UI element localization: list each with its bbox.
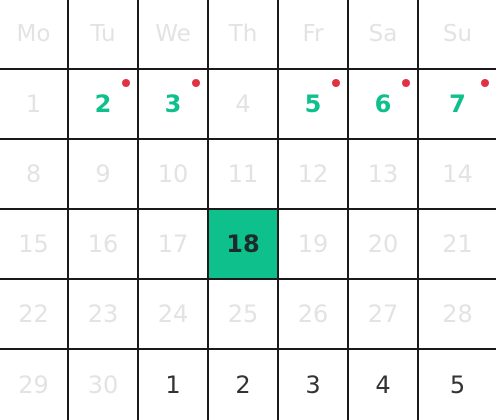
day-number: 3 [305, 371, 321, 399]
day-cell[interactable]: 12 [279, 140, 349, 210]
day-cell[interactable]: 4 [349, 350, 419, 420]
day-cell[interactable]: 28 [419, 280, 496, 350]
day-number: 22 [18, 300, 49, 328]
day-cell-with-event[interactable]: 3 [139, 70, 209, 140]
day-number: 26 [297, 300, 329, 328]
day-number: 15 [18, 230, 49, 258]
day-number: 17 [157, 230, 189, 258]
day-cell[interactable]: 25 [209, 280, 279, 350]
day-number: 28 [442, 300, 473, 328]
day-cell[interactable]: 20 [349, 210, 419, 280]
day-number: 13 [367, 160, 399, 188]
day-cell-with-event[interactable]: 7 [419, 70, 496, 140]
day-number: 12 [297, 160, 329, 188]
day-cell-with-event[interactable]: 6 [349, 70, 419, 140]
day-number: 4 [235, 90, 251, 118]
day-cell[interactable]: 21 [419, 210, 496, 280]
day-cell[interactable]: 1 [0, 70, 69, 140]
calendar-grid: Mo Tu We Th Fr Sa Su 1 2 3 4 5 6 7 8 9 1… [0, 0, 496, 420]
day-number: 25 [227, 300, 259, 328]
day-number: 1 [25, 90, 42, 118]
day-number: 3 [164, 90, 182, 118]
day-cell[interactable]: 19 [279, 210, 349, 280]
day-number: 5 [449, 371, 466, 399]
day-cell[interactable]: 4 [209, 70, 279, 140]
day-number: 6 [374, 90, 392, 118]
weekday-header-sun: Su [419, 0, 496, 70]
event-dot-icon [481, 79, 489, 87]
day-number: 8 [25, 160, 42, 188]
day-cell[interactable]: 14 [419, 140, 496, 210]
event-dot-icon [122, 79, 130, 87]
day-number: 9 [95, 160, 111, 188]
day-cell[interactable]: 24 [139, 280, 209, 350]
day-number: 21 [442, 230, 473, 258]
day-number: 10 [157, 160, 189, 188]
day-cell[interactable]: 5 [419, 350, 496, 420]
day-cell-with-event[interactable]: 5 [279, 70, 349, 140]
day-cell[interactable]: 15 [0, 210, 69, 280]
day-number: 20 [367, 230, 399, 258]
day-cell[interactable]: 23 [69, 280, 139, 350]
day-cell[interactable]: 8 [0, 140, 69, 210]
day-number: 29 [18, 371, 49, 399]
day-cell[interactable]: 22 [0, 280, 69, 350]
day-cell[interactable]: 1 [139, 350, 209, 420]
day-cell-selected[interactable]: 18 [209, 210, 279, 280]
day-number: 2 [235, 371, 251, 399]
day-number: 27 [367, 300, 399, 328]
event-dot-icon [192, 79, 200, 87]
event-dot-icon [332, 79, 340, 87]
day-number: 18 [226, 230, 260, 258]
day-number: 5 [304, 90, 322, 118]
weekday-header-wed: We [139, 0, 209, 70]
event-dot-icon [402, 79, 410, 87]
day-number: 16 [87, 230, 119, 258]
day-cell[interactable]: 11 [209, 140, 279, 210]
day-cell[interactable]: 26 [279, 280, 349, 350]
day-number: 4 [375, 371, 391, 399]
day-cell[interactable]: 17 [139, 210, 209, 280]
day-number: 30 [87, 371, 119, 399]
day-cell[interactable]: 9 [69, 140, 139, 210]
day-number: 2 [94, 90, 112, 118]
weekday-header-tue: Tu [69, 0, 139, 70]
weekday-header-fri: Fr [279, 0, 349, 70]
day-cell-with-event[interactable]: 2 [69, 70, 139, 140]
day-cell[interactable]: 30 [69, 350, 139, 420]
day-cell[interactable]: 2 [209, 350, 279, 420]
day-cell[interactable]: 16 [69, 210, 139, 280]
day-cell[interactable]: 3 [279, 350, 349, 420]
weekday-header-sat: Sa [349, 0, 419, 70]
day-number: 19 [297, 230, 329, 258]
weekday-header-thu: Th [209, 0, 279, 70]
day-cell[interactable]: 13 [349, 140, 419, 210]
day-number: 14 [442, 160, 473, 188]
day-cell[interactable]: 10 [139, 140, 209, 210]
day-cell[interactable]: 27 [349, 280, 419, 350]
day-number: 11 [227, 160, 259, 188]
day-cell[interactable]: 29 [0, 350, 69, 420]
day-number: 23 [87, 300, 119, 328]
day-number: 1 [165, 371, 181, 399]
day-number: 7 [449, 90, 466, 118]
day-number: 24 [157, 300, 189, 328]
weekday-header-mon: Mo [0, 0, 69, 70]
